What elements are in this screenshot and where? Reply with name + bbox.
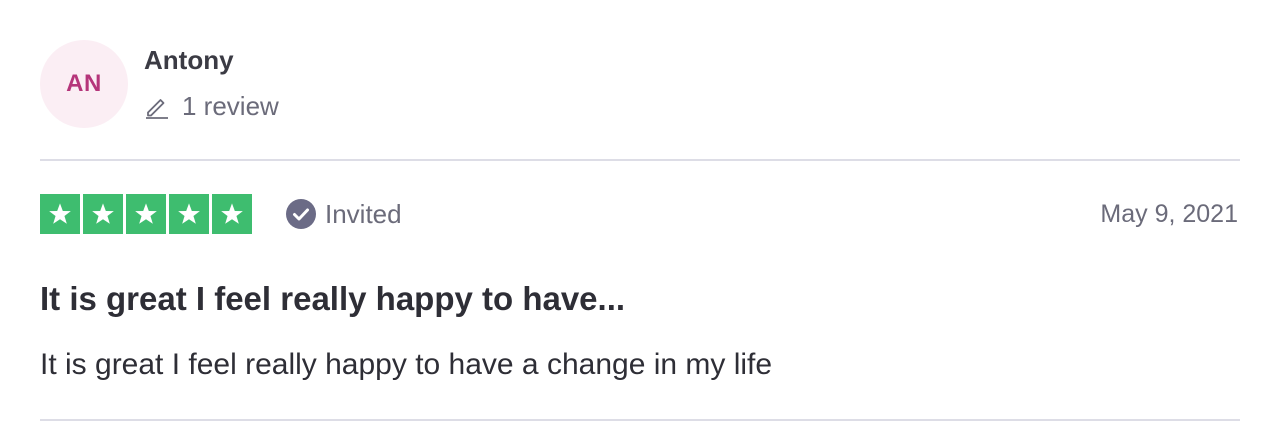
pencil-icon: [144, 93, 170, 119]
verification-badge[interactable]: Invited: [285, 198, 402, 230]
review-card: AN Antony 1 review Invited May 9, 2021 I…: [40, 0, 1240, 432]
avatar-initials: AN: [66, 70, 102, 97]
review-count-label: 1 review: [182, 91, 279, 121]
review-body: It is great I feel really happy to have …: [40, 348, 773, 381]
star-icon: [83, 194, 123, 234]
star-rating: [40, 194, 252, 234]
review-title[interactable]: It is great I feel really happy to have.…: [40, 280, 625, 318]
divider: [40, 159, 1240, 161]
star-icon: [40, 194, 80, 234]
check-circle-icon: [285, 198, 325, 230]
consumer-name[interactable]: Antony: [144, 44, 279, 76]
review-count: 1 review: [144, 91, 279, 121]
star-icon: [126, 194, 166, 234]
review-date: May 9, 2021: [1100, 199, 1238, 228]
consumer-info: Antony 1 review: [144, 44, 279, 121]
star-icon: [169, 194, 209, 234]
consumer-header: AN Antony 1 review: [40, 40, 279, 128]
verification-label: Invited: [325, 198, 402, 229]
divider: [40, 419, 1240, 421]
star-icon: [212, 194, 252, 234]
rating-row: Invited May 9, 2021: [40, 193, 1240, 235]
avatar[interactable]: AN: [40, 40, 128, 128]
